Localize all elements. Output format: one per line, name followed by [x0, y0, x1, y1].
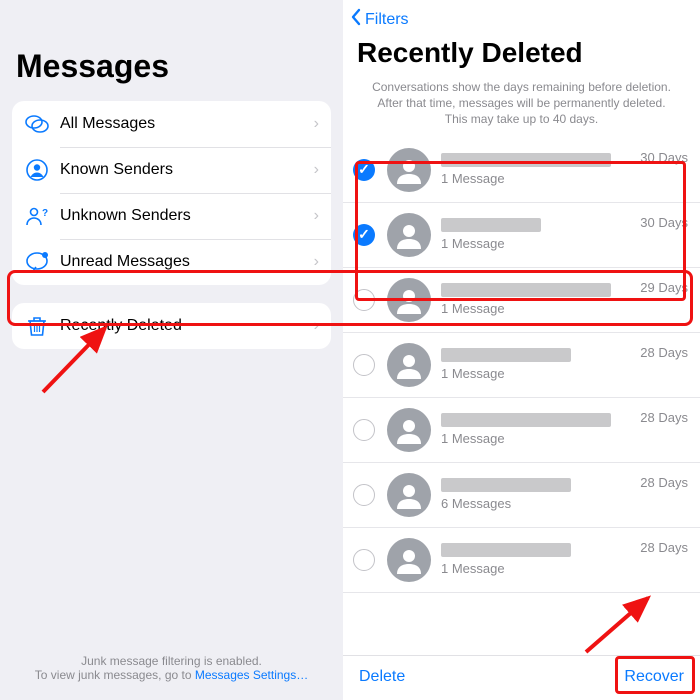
footer-text-2: To view junk messages, go to Messages Se…	[12, 668, 331, 682]
back-label: Filters	[365, 11, 409, 29]
recently-deleted-group: Recently Deleted ›	[12, 303, 331, 349]
chevron-right-icon: ›	[314, 115, 319, 133]
conversation-info: 6 Messages	[441, 478, 632, 511]
conversation-row[interactable]: 1 Message 28 Days	[343, 398, 700, 463]
footer-text-1: Junk message filtering is enabled.	[12, 654, 331, 668]
avatar-icon	[387, 538, 431, 582]
conversation-row[interactable]: 1 Message 28 Days	[343, 528, 700, 593]
person-question-icon: ?	[24, 203, 50, 229]
junk-filter-footer: Junk message filtering is enabled. To vi…	[0, 654, 343, 682]
days-remaining: 28 Days	[640, 538, 688, 555]
message-count: 1 Message	[441, 301, 632, 316]
conversation-info: 1 Message	[441, 153, 632, 186]
filters-group: All Messages › Known Senders › ? Unknown…	[12, 101, 331, 285]
page-title: Recently Deleted	[343, 35, 700, 79]
filter-recently-deleted[interactable]: Recently Deleted ›	[12, 303, 331, 349]
deleted-conversations-list: 1 Message30 Days1 Message30 Days1 Messag…	[343, 138, 700, 655]
message-count: 1 Message	[441, 431, 632, 446]
selection-radio[interactable]	[353, 484, 375, 506]
redacted-name	[441, 218, 541, 232]
trash-icon	[24, 313, 50, 339]
message-count: 1 Message	[441, 561, 632, 576]
redacted-name	[441, 543, 571, 557]
avatar-icon	[387, 278, 431, 322]
redacted-name	[441, 413, 611, 427]
redacted-name	[441, 478, 571, 492]
days-remaining: 29 Days	[640, 278, 688, 295]
filter-label: Unread Messages	[60, 253, 314, 271]
redacted-name	[441, 283, 611, 297]
filter-known-senders[interactable]: Known Senders ›	[12, 147, 331, 193]
filter-unread-messages[interactable]: Unread Messages ›	[12, 239, 331, 285]
conversation-row[interactable]: 1 Message 30 Days	[343, 203, 700, 268]
message-count: 1 Message	[441, 366, 632, 381]
selection-radio[interactable]	[353, 224, 375, 246]
selection-radio[interactable]	[353, 419, 375, 441]
messages-filters-pane: Messages All Messages › Known Senders › …	[0, 0, 343, 700]
conversation-row[interactable]: 1 Message 28 Days	[343, 333, 700, 398]
conversation-info: 1 Message	[441, 413, 632, 446]
days-remaining: 28 Days	[640, 343, 688, 360]
chat-bubbles-icon	[24, 111, 50, 137]
conversation-info: 1 Message	[441, 348, 632, 381]
avatar-icon	[387, 473, 431, 517]
days-remaining: 28 Days	[640, 408, 688, 425]
message-count: 1 Message	[441, 171, 632, 186]
recently-deleted-pane: Filters Recently Deleted Conversations s…	[343, 0, 700, 700]
redacted-name	[441, 153, 611, 167]
chevron-right-icon: ›	[314, 253, 319, 271]
selection-radio[interactable]	[353, 289, 375, 311]
filter-label: Known Senders	[60, 161, 314, 179]
chevron-right-icon: ›	[314, 317, 319, 335]
delete-button[interactable]: Delete	[359, 668, 405, 686]
page-title: Messages	[0, 0, 343, 101]
days-remaining: 30 Days	[640, 148, 688, 165]
filter-unknown-senders[interactable]: ? Unknown Senders ›	[12, 193, 331, 239]
messages-settings-link[interactable]: Messages Settings…	[195, 668, 308, 682]
back-button[interactable]: Filters	[343, 0, 700, 35]
avatar-icon	[387, 343, 431, 387]
avatar-icon	[387, 213, 431, 257]
conversation-info: 1 Message	[441, 218, 632, 251]
message-count: 6 Messages	[441, 496, 632, 511]
recover-button[interactable]: Recover	[624, 668, 684, 686]
conversation-info: 1 Message	[441, 543, 632, 576]
person-circle-icon	[24, 157, 50, 183]
selection-radio[interactable]	[353, 159, 375, 181]
avatar-icon	[387, 148, 431, 192]
chevron-left-icon	[349, 8, 363, 31]
message-count: 1 Message	[441, 236, 632, 251]
chevron-right-icon: ›	[314, 207, 319, 225]
chevron-right-icon: ›	[314, 161, 319, 179]
filter-label: Recently Deleted	[60, 317, 314, 335]
avatar-icon	[387, 408, 431, 452]
selection-radio[interactable]	[353, 354, 375, 376]
info-text: Conversations show the days remaining be…	[343, 79, 700, 138]
days-remaining: 30 Days	[640, 213, 688, 230]
filter-label: Unknown Senders	[60, 207, 314, 225]
chat-badge-icon	[24, 249, 50, 275]
conversation-info: 1 Message	[441, 283, 632, 316]
redacted-name	[441, 348, 571, 362]
filter-label: All Messages	[60, 115, 314, 133]
conversation-row[interactable]: 6 Messages 28 Days	[343, 463, 700, 528]
svg-text:?: ?	[42, 208, 48, 219]
selection-radio[interactable]	[353, 549, 375, 571]
filter-all-messages[interactable]: All Messages ›	[12, 101, 331, 147]
bottom-toolbar: Delete Recover	[343, 655, 700, 700]
conversation-row[interactable]: 1 Message 29 Days	[343, 268, 700, 333]
conversation-row[interactable]: 1 Message 30 Days	[343, 138, 700, 203]
days-remaining: 28 Days	[640, 473, 688, 490]
